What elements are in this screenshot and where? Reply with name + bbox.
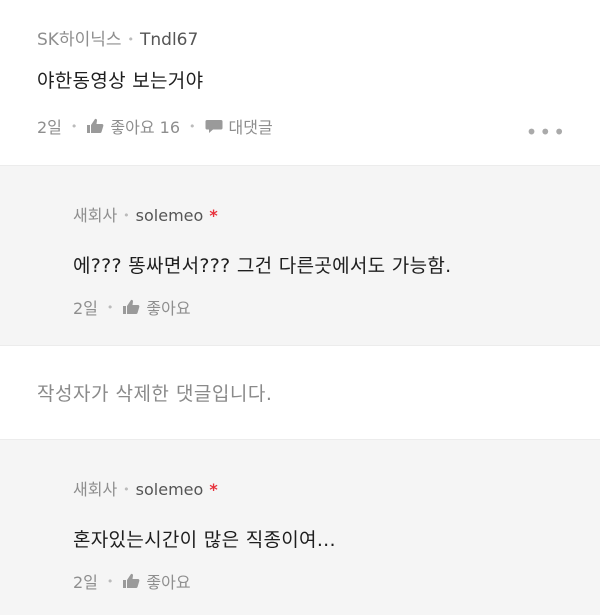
time-label: 2일: [73, 573, 98, 592]
dot-separator: •: [106, 300, 114, 314]
like-label: 좋아요: [146, 299, 191, 318]
dot-separator: •: [127, 33, 135, 46]
deleted-comment-text: 작성자가 삭제한 댓글입니다.: [37, 383, 273, 405]
company-name: 새회사: [73, 480, 118, 499]
reply-item: 새회사 • solemeo * 혼자있는시간이 많은 직종이여... 2일 • 좋아요: [0, 440, 600, 615]
more-options-icon[interactable]: •••: [526, 120, 567, 144]
like-button[interactable]: 좋아요 16: [86, 114, 180, 138]
nickname[interactable]: solemeo: [136, 206, 204, 225]
reply-item: 새회사 • solemeo * 에??? 똥싸면서??? 그건 다른곳에서도 가능함.…: [0, 165, 600, 345]
thumbs-up-icon: [123, 299, 140, 314]
like-button[interactable]: 좋아요: [122, 295, 191, 319]
time-label: 2일: [37, 118, 62, 137]
dot-separator: •: [189, 119, 196, 133]
company-name: SK하이닉스: [37, 30, 122, 50]
reply-header: 새회사 • solemeo *: [73, 476, 218, 500]
reply-text: 에??? 똥싸면서??? 그건 다른곳에서도 가능함.: [73, 255, 452, 277]
dot-separator: •: [106, 574, 114, 588]
reply-meta: 2일 • 좋아요: [73, 569, 191, 593]
nickname[interactable]: Tndl67: [140, 30, 198, 50]
speech-bubble-icon: [205, 120, 223, 133]
like-label: 좋아요 16: [110, 118, 181, 137]
reply-button[interactable]: 대댓글: [205, 114, 273, 138]
comment-header: SK하이닉스 • Tndl67: [37, 25, 198, 50]
like-button[interactable]: 좋아요: [122, 569, 191, 593]
reply-label: 대댓글: [228, 118, 273, 137]
nickname[interactable]: solemeo: [136, 480, 204, 499]
dot-separator: •: [70, 119, 78, 133]
thumbs-up-icon: [87, 118, 104, 133]
deleted-comment: 작성자가 삭제한 댓글입니다.: [0, 345, 600, 440]
time-label: 2일: [73, 299, 98, 318]
comment-item: SK하이닉스 • Tndl67 야한동영상 보는거야 2일 • 좋아요 16 • 대…: [0, 0, 600, 165]
like-label: 좋아요: [146, 573, 191, 592]
reply-meta: 2일 • 좋아요: [73, 295, 191, 319]
dot-separator: •: [123, 483, 130, 496]
author-mark: *: [209, 480, 218, 499]
reply-header: 새회사 • solemeo *: [73, 202, 218, 226]
company-name: 새회사: [73, 206, 118, 225]
author-mark: *: [209, 206, 218, 225]
thumbs-up-icon: [123, 573, 140, 588]
reply-text: 혼자있는시간이 많은 직종이여...: [73, 529, 336, 551]
dot-separator: •: [123, 209, 130, 222]
comment-text: 야한동영상 보는거야: [37, 70, 204, 92]
comment-meta: 2일 • 좋아요 16 • 대댓글: [37, 114, 273, 138]
